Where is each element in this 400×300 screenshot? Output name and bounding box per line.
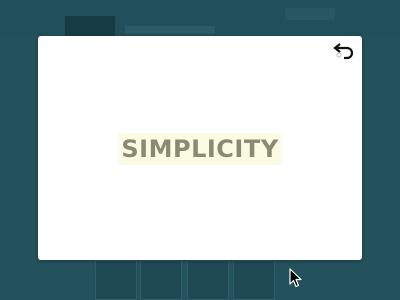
background-tab xyxy=(125,26,215,34)
app-window: SIMPLICITY xyxy=(0,0,400,300)
modal-word: SIMPLICITY xyxy=(118,133,282,165)
undo-arrow-icon xyxy=(333,43,354,60)
word-modal: SIMPLICITY xyxy=(38,36,362,260)
background-tab-active xyxy=(65,16,115,36)
mouse-pointer-icon xyxy=(289,268,302,288)
background-card xyxy=(187,260,229,300)
background-card xyxy=(233,260,275,300)
background-card xyxy=(140,260,182,300)
undo-button[interactable] xyxy=(332,40,356,62)
background-card xyxy=(95,260,137,300)
background-action-button xyxy=(285,8,335,20)
